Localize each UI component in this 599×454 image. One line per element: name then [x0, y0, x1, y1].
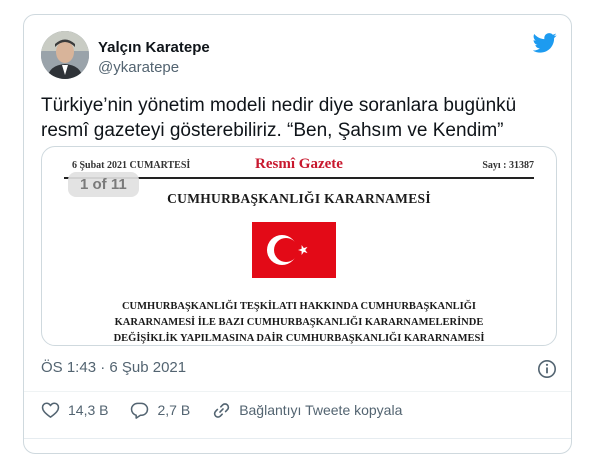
media-image[interactable]: 6 Şubat 2021 CUMARTESİ Resmî Gazete Sayı… — [41, 146, 557, 346]
action-bar: 14,3 B 2,7 B Bağlantıyı Tweete kopyala — [41, 399, 424, 421]
media-counter-badge: 1 of 11 — [68, 172, 139, 197]
reply-bubble-icon — [131, 402, 149, 419]
avatar-photo — [41, 31, 89, 79]
like-count: 14,3 B — [68, 402, 109, 418]
turkish-flag-icon — [252, 222, 336, 278]
gazette-issue-number: Sayı : 31387 — [482, 160, 534, 171]
tweet-timestamp[interactable]: ÖS 1:43 · 6 Şub 2021 — [41, 359, 186, 376]
twitter-bird-icon[interactable] — [533, 33, 557, 53]
reply-button[interactable]: 2,7 B — [130, 401, 190, 420]
reply-count: 2,7 B — [157, 402, 191, 418]
gazette-body-line: DEĞİŞİKLİK YAPILMASINA DAİR CUMHURBAŞKAN… — [113, 333, 485, 344]
card-bottom-border — [24, 438, 571, 439]
like-button[interactable]: 14,3 B — [41, 401, 108, 420]
info-icon[interactable] — [537, 359, 557, 379]
gazette-body: CUMHURBAŞKANLIĞI TEŞKİLATI HAKKINDA CUMH… — [42, 299, 556, 345]
copy-link-label: Bağlantıyı Tweete kopyala — [239, 402, 403, 418]
copy-link-button[interactable]: Bağlantıyı Tweete kopyala — [212, 401, 402, 420]
link-icon — [213, 402, 230, 418]
tweet-card[interactable]: Yalçın Karatepe @ykaratepe Türkiye’nin y… — [23, 14, 572, 454]
gazette-title: Resmî Gazete — [255, 156, 343, 172]
action-divider — [24, 391, 571, 392]
gazette-body-line: KARARNAMESİ İLE BAZI CUMHURBAŞKANLIĞI KA… — [114, 317, 484, 328]
author-handle[interactable]: @ykaratepe — [98, 59, 179, 76]
gazette-body-line: CUMHURBAŞKANLIĞI TEŞKİLATI HAKKINDA CUMH… — [121, 301, 477, 312]
heart-icon — [41, 402, 60, 418]
author-avatar[interactable] — [41, 31, 89, 79]
author-name[interactable]: Yalçın Karatepe — [98, 39, 210, 56]
tweet-text: Türkiye’nin yönetim modeli nedir diye so… — [41, 95, 517, 141]
